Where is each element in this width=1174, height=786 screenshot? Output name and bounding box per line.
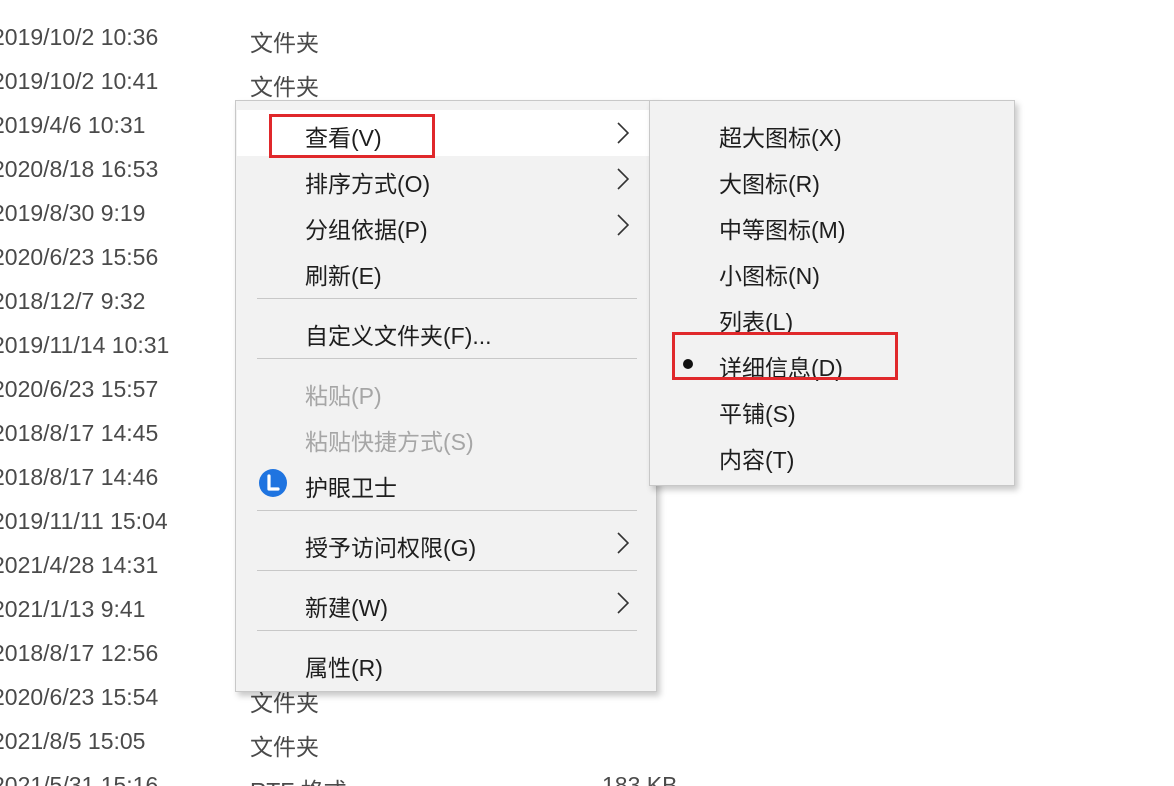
file-type: 文件夹 — [250, 74, 319, 100]
file-row[interactable]: 2021/5/31 15:16 RTF 格式 183 KB — [0, 764, 732, 786]
submenu-item-medium-icons[interactable]: 中等图标(M) — [651, 202, 1013, 248]
menu-item-label: 属性(R) — [305, 655, 383, 681]
submenu-item-label: 列表(L) — [719, 309, 794, 335]
menu-item-label: 护眼卫士 — [305, 475, 397, 501]
file-date: 2020/6/23 15:54 — [0, 684, 159, 710]
file-row[interactable]: 2019/10/2 10:36 文件夹 — [0, 16, 732, 60]
menu-item-label: 粘贴快捷方式(S) — [305, 429, 474, 455]
file-type: 文件夹 — [250, 734, 319, 760]
menu-item-label: 排序方式(O) — [305, 171, 431, 197]
file-date: 2021/5/31 15:16 — [0, 772, 159, 786]
chevron-right-icon — [617, 168, 629, 190]
file-date: 2018/8/17 14:46 — [0, 464, 159, 490]
chevron-right-icon — [617, 592, 629, 614]
menu-item-paste[interactable]: 粘贴(P) — [237, 368, 655, 414]
submenu-item-label: 内容(T) — [719, 447, 795, 473]
context-menu: 查看(V) 排序方式(O) 分组依据(P) 刷新(E) 自定义文件夹(F)... — [235, 100, 657, 692]
submenu-item-list[interactable]: 列表(L) — [651, 294, 1013, 340]
menu-item-new[interactable]: 新建(W) — [237, 580, 655, 626]
selected-bullet-icon — [683, 359, 693, 369]
chevron-right-icon — [617, 214, 629, 236]
file-date: 2018/8/17 14:45 — [0, 420, 159, 446]
menu-item-view[interactable]: 查看(V) — [237, 110, 655, 156]
submenu-item-extra-large-icons[interactable]: 超大图标(X) — [651, 110, 1013, 156]
file-type: 文件夹 — [250, 30, 319, 56]
file-date: 2020/6/23 15:57 — [0, 376, 159, 402]
file-date: 2019/10/2 10:41 — [0, 68, 159, 94]
menu-item-eye-guard[interactable]: 护眼卫士 — [237, 460, 655, 506]
file-row[interactable]: 2019/10/2 10:41 文件夹 — [0, 60, 732, 104]
chevron-right-icon — [617, 532, 629, 554]
file-date: 2019/4/6 10:31 — [0, 112, 146, 138]
menu-separator — [257, 298, 637, 299]
menu-item-label: 查看(V) — [305, 125, 382, 151]
menu-item-customize-folder[interactable]: 自定义文件夹(F)... — [237, 308, 655, 354]
menu-item-label: 分组依据(P) — [305, 217, 428, 243]
file-date: 2018/12/7 9:32 — [0, 288, 146, 314]
menu-item-label: 授予访问权限(G) — [305, 535, 477, 561]
submenu-item-large-icons[interactable]: 大图标(R) — [651, 156, 1013, 202]
file-type: RTF 格式 — [250, 772, 347, 786]
submenu-item-label: 详细信息(D) — [719, 355, 843, 381]
eye-guard-app-icon — [259, 469, 287, 497]
menu-separator — [257, 630, 637, 631]
file-row[interactable] — [0, 0, 732, 16]
file-date: 2020/8/18 16:53 — [0, 156, 159, 182]
file-date: 2018/8/17 12:56 — [0, 640, 159, 666]
file-date: 2019/11/14 10:31 — [0, 332, 170, 358]
menu-item-label: 新建(W) — [305, 595, 389, 621]
submenu-item-label: 中等图标(M) — [719, 217, 846, 243]
submenu-item-label: 超大图标(X) — [719, 125, 842, 151]
menu-item-properties[interactable]: 属性(R) — [237, 640, 655, 686]
menu-separator — [257, 510, 637, 511]
menu-item-give-access[interactable]: 授予访问权限(G) — [237, 520, 655, 566]
submenu-item-details[interactable]: 详细信息(D) — [651, 340, 1013, 386]
menu-item-sort-by[interactable]: 排序方式(O) — [237, 156, 655, 202]
submenu-item-label: 小图标(N) — [719, 263, 820, 289]
menu-item-label: 自定义文件夹(F)... — [305, 323, 492, 349]
menu-item-refresh[interactable]: 刷新(E) — [237, 248, 655, 294]
file-date: 2020/6/23 15:56 — [0, 244, 159, 270]
menu-separator — [257, 570, 637, 571]
chevron-right-icon — [617, 122, 629, 144]
menu-item-label: 刷新(E) — [305, 263, 382, 289]
file-date: 2019/11/11 15:04 — [0, 508, 168, 534]
screenshot-canvas: 2019/10/2 10:36 文件夹 2019/10/2 10:41 文件夹 … — [0, 0, 1174, 786]
submenu-item-small-icons[interactable]: 小图标(N) — [651, 248, 1013, 294]
menu-separator — [257, 358, 637, 359]
view-submenu: 超大图标(X) 大图标(R) 中等图标(M) 小图标(N) 列表(L) 详细信息… — [649, 100, 1015, 486]
file-row[interactable]: 2021/8/5 15:05 文件夹 — [0, 720, 732, 764]
submenu-item-label: 平铺(S) — [719, 401, 796, 427]
file-date: 2021/8/5 15:05 — [0, 728, 146, 754]
file-date: 2019/8/30 9:19 — [0, 200, 146, 226]
submenu-item-tiles[interactable]: 平铺(S) — [651, 386, 1013, 432]
file-date: 2021/1/13 9:41 — [0, 596, 146, 622]
file-date: 2019/10/2 10:36 — [0, 24, 159, 50]
menu-item-group-by[interactable]: 分组依据(P) — [237, 202, 655, 248]
submenu-item-content[interactable]: 内容(T) — [651, 432, 1013, 478]
file-date: 2021/4/28 14:31 — [0, 552, 159, 578]
menu-item-label: 粘贴(P) — [305, 383, 382, 409]
submenu-item-label: 大图标(R) — [719, 171, 820, 197]
file-size: 183 KB — [602, 772, 678, 786]
menu-item-paste-shortcut[interactable]: 粘贴快捷方式(S) — [237, 414, 655, 460]
